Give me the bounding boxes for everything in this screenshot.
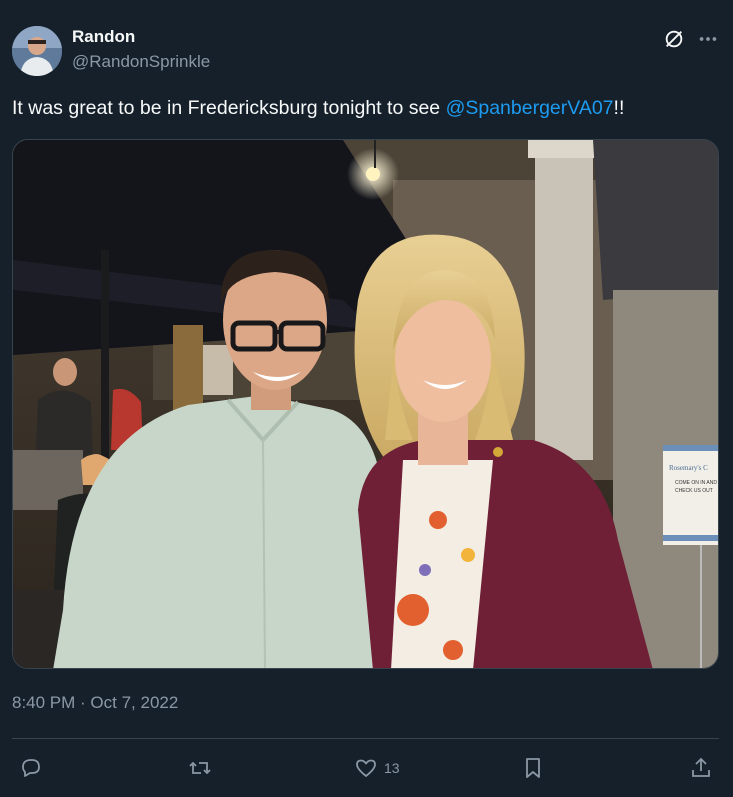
share-icon [692, 757, 710, 777]
bookmark-button[interactable] [521, 755, 545, 781]
grok-icon[interactable] [663, 28, 685, 50]
retweet-button[interactable] [188, 755, 212, 781]
retweet-icon [189, 761, 211, 775]
display-name[interactable]: Randon [72, 27, 135, 47]
heart-icon [356, 759, 376, 777]
sign-line-2: COME ON IN AND [675, 480, 717, 486]
user-handle[interactable]: @RandonSprinkle [72, 52, 210, 72]
like-button[interactable]: 13 [354, 755, 400, 781]
tweet-photo[interactable]: Rosemary's C COME ON IN AND CHECK US OUT [12, 139, 719, 669]
photo-scene: Rosemary's C COME ON IN AND CHECK US OUT [13, 140, 718, 668]
bookmark-icon [526, 758, 540, 778]
tweet-timestamp[interactable]: 8:40 PM · Oct 7, 2022 [12, 693, 178, 713]
sign-line-1: Rosemary's C [669, 464, 708, 472]
tweet-text: It was great to be in Fredericksburg ton… [12, 94, 624, 122]
more-icon[interactable] [697, 28, 719, 50]
avatar[interactable] [12, 26, 62, 76]
tweet: Randon @RandonSprinkle It was great to b… [0, 0, 733, 797]
reply-button[interactable] [19, 755, 43, 781]
like-count: 13 [384, 760, 400, 776]
tweet-text-prefix: It was great to be in Fredericksburg ton… [12, 97, 446, 119]
share-button[interactable] [689, 755, 713, 781]
mention-link[interactable]: @SpanbergerVA07 [446, 97, 614, 119]
reply-icon [22, 759, 40, 777]
sign-line-3: CHECK US OUT [675, 488, 713, 494]
divider [12, 738, 719, 739]
avatar-image [12, 26, 62, 76]
tweet-text-suffix: !! [613, 97, 625, 119]
